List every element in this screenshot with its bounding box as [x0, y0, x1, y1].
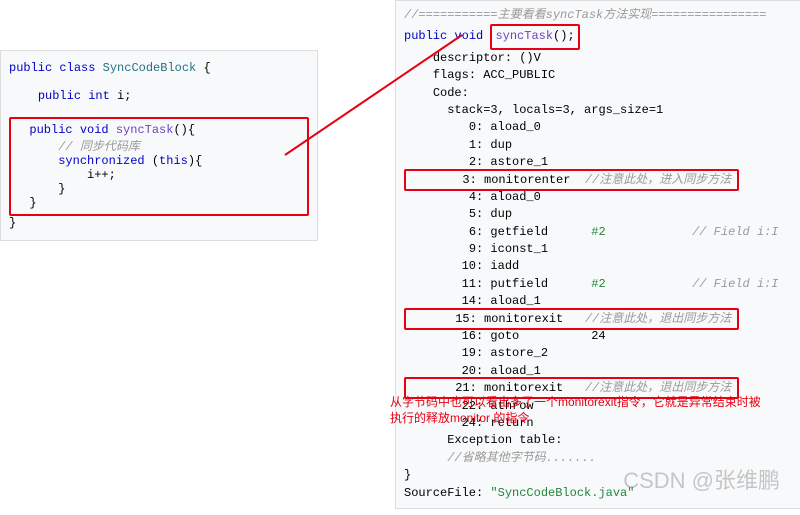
src-line-class: public class SyncCodeBlock {: [9, 61, 309, 75]
monitorexit1-highlight: 15: monitorexit //注意此处，退出同步方法: [404, 308, 739, 330]
sync-method-highlight: public void syncTask(){ // 同步代码库 synchro…: [9, 117, 309, 216]
monitorenter-highlight: 3: monitorenter //注意此处，进入同步方法: [404, 169, 739, 191]
annotation-text: 从字节码中也可以看出多了一个monitorexit指令，它就是异常结束时被 执行…: [390, 395, 795, 426]
src-line-close: }: [9, 216, 309, 230]
synctask-name-highlight: syncTask();: [490, 24, 579, 49]
source-code-panel: public class SyncCodeBlock { public int …: [0, 50, 318, 241]
src-line-field: public int i;: [9, 89, 309, 103]
bytecode-panel: //===========主要看看syncTask方法实现===========…: [395, 0, 800, 509]
